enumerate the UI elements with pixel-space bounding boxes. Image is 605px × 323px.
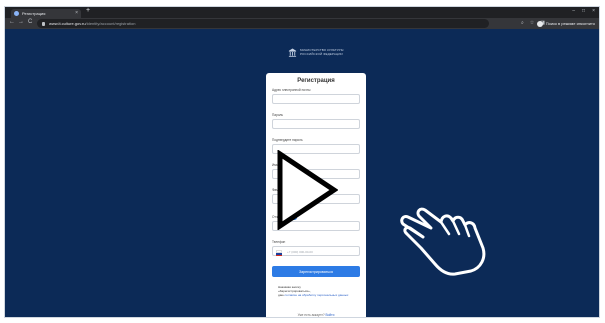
tab-bar: Регистрация × + – □ ×: [5, 7, 599, 18]
login-link[interactable]: Войти: [326, 313, 335, 317]
page-content: МИНИСТЕРСТВО КУЛЬТУРЫ РОССИЙСКОЙ ФЕДЕРАЦ…: [5, 29, 599, 317]
new-tab-button[interactable]: +: [86, 7, 90, 14]
login-prompt: Уже есть аккаунт? Войти: [266, 313, 366, 317]
reload-button[interactable]: C: [28, 19, 32, 25]
tab-title: Регистрация: [22, 11, 46, 16]
tab-registration[interactable]: Регистрация ×: [11, 9, 81, 18]
close-window-button[interactable]: ×: [592, 8, 595, 14]
password-label: Пароль: [272, 113, 284, 117]
email-label: Адрес электронной почты: [272, 88, 311, 92]
pointing-hand-icon: [400, 207, 486, 276]
phone-label: Телефон: [272, 240, 286, 244]
window-controls: – □ ×: [572, 8, 595, 14]
search-icon[interactable]: ⌕: [521, 20, 524, 26]
consent-text: Нажимая кнопку «Зарегистрироваться», даю…: [278, 285, 360, 297]
login-prompt-text: Уже есть аккаунт?: [297, 313, 325, 317]
ministry-logo: МИНИСТЕРСТВО КУЛЬТУРЫ РОССИЙСКОЙ ФЕДЕРАЦ…: [288, 48, 344, 57]
consent-link[interactable]: согласие на обработку персональных данны…: [285, 293, 349, 297]
avatar-icon: [536, 20, 543, 27]
lock-icon: [42, 21, 45, 26]
phone-field[interactable]: +7 (000) 000-00-00: [272, 246, 360, 256]
forward-button[interactable]: →: [18, 19, 24, 25]
back-button[interactable]: ←: [9, 19, 15, 25]
url-domain: www.it.culture.gov.ru: [49, 21, 86, 26]
minimize-button[interactable]: –: [572, 8, 575, 14]
browser-toolbar: ← → C www.it.culture.gov.ru /identity/ac…: [5, 18, 599, 29]
star-icon[interactable]: ☆: [530, 20, 534, 26]
favicon-icon: [14, 11, 19, 16]
maximize-button[interactable]: □: [582, 8, 585, 14]
url-path: /identity/account/registration: [85, 21, 136, 26]
logo-text: МИНИСТЕРСТВО КУЛЬТУРЫ РОССИЙСКОЙ ФЕДЕРАЦ…: [300, 48, 344, 56]
russia-flag-icon: [276, 250, 282, 256]
confirm-password-label: Подтвердите пароль: [272, 138, 303, 142]
form-title: Регистрация: [297, 78, 335, 84]
emblem-icon: [288, 48, 297, 57]
address-bar[interactable]: www.it.culture.gov.ru /identity/account/…: [37, 19, 489, 28]
email-field[interactable]: [272, 94, 360, 104]
profile-button[interactable]: Поиск в режиме инкогнито: [536, 20, 595, 27]
logo-line-2: РОССИЙСКОЙ ФЕДЕРАЦИИ: [300, 51, 343, 56]
consent-line-3: даю: [278, 292, 284, 297]
profile-label: Поиск в режиме инкогнито: [545, 21, 595, 26]
browser-window: Регистрация × + – □ × ← → C www.it.cultu…: [4, 6, 600, 318]
play-icon[interactable]: [274, 150, 338, 230]
phone-placeholder: +7 (000) 000-00-00: [287, 249, 313, 254]
password-field[interactable]: [272, 119, 360, 129]
register-button[interactable]: Зарегистрироваться: [272, 266, 360, 277]
tab-close-icon[interactable]: ×: [75, 10, 78, 16]
